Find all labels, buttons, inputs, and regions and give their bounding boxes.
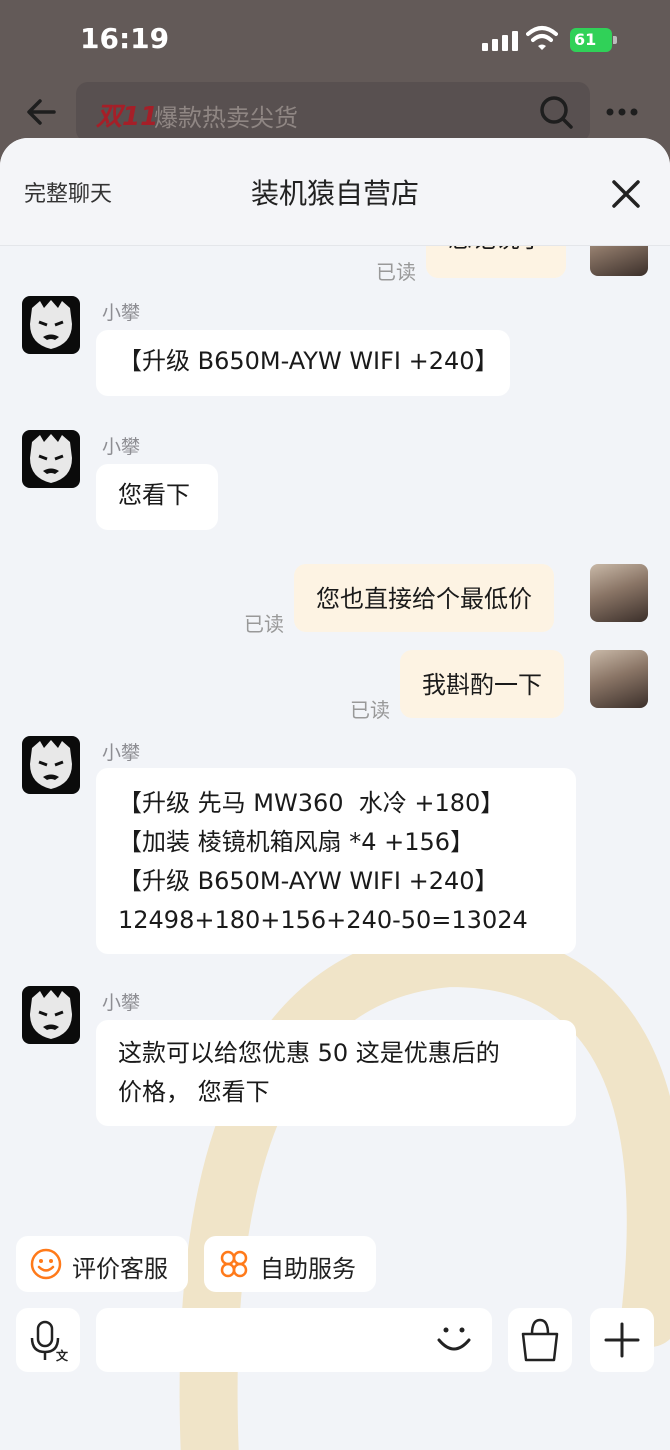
voice-to-text-button[interactable]: 文: [16, 1308, 80, 1372]
message-list: 您记说了 已读 小攀 【升级 B650M-AYW WIFI +240】 小攀 您…: [0, 204, 670, 1246]
chat-header: 完整聊天 装机猿自营店: [0, 138, 670, 246]
rate-service-label: 评价客服: [72, 1255, 168, 1283]
my-avatar[interactable]: [590, 564, 648, 622]
wifi-icon: [526, 26, 558, 50]
search-placeholder: 爆款热卖尖货: [154, 104, 298, 132]
agent-avatar[interactable]: [22, 986, 80, 1044]
background-page: 16:19 61 双11 爆款热卖尖货: [0, 0, 670, 160]
plus-icon: [604, 1322, 640, 1358]
store-title: 装机猿自营店: [250, 177, 419, 210]
read-receipt: 已读: [350, 698, 390, 722]
smile-face-icon: [30, 1248, 62, 1280]
svg-text:文: 文: [56, 1348, 69, 1363]
message-bubble-incoming: 这款可以给您优惠 50 这是优惠后的 价格， 您看下: [96, 1020, 576, 1126]
message-input[interactable]: [96, 1308, 492, 1372]
read-receipt: 已读: [244, 612, 284, 636]
signal-icon: [482, 29, 518, 51]
shopping-bag-icon: [521, 1318, 559, 1362]
agent-avatar[interactable]: [22, 430, 80, 488]
self-service-label: 自助服务: [260, 1255, 356, 1283]
message-bubble-incoming: 【升级 B650M-AYW WIFI +240】: [96, 330, 510, 396]
status-bar: 16:19 61: [0, 0, 670, 80]
microphone-icon: 文: [30, 1320, 69, 1363]
close-icon[interactable]: [606, 174, 646, 214]
battery-icon: 61: [570, 28, 618, 52]
rate-service-button[interactable]: 评价客服: [16, 1236, 188, 1292]
background-search-bar[interactable]: 双11 爆款热卖尖货: [76, 82, 590, 142]
message-bubble-incoming: 您看下: [96, 464, 218, 530]
more-icon[interactable]: [604, 102, 640, 122]
input-bar: 文: [0, 1298, 670, 1378]
agent-avatar[interactable]: [22, 736, 80, 794]
more-options-button[interactable]: [590, 1308, 654, 1372]
back-arrow-icon[interactable]: [24, 94, 60, 130]
self-service-button[interactable]: 自助服务: [204, 1236, 376, 1292]
emoji-icon[interactable]: [434, 1322, 474, 1358]
battery-level: 61: [570, 28, 612, 52]
message-bubble-outgoing: 您也直接给个最低价: [294, 564, 554, 632]
status-time: 16:19: [80, 22, 170, 55]
product-bag-button[interactable]: [508, 1308, 572, 1372]
sender-name: 小攀: [102, 436, 141, 458]
agent-avatar[interactable]: [22, 296, 80, 354]
sender-name: 小攀: [102, 302, 141, 324]
message-bubble-incoming: 【升级 先马 MW360 水冷 +180】 【加装 棱镜机箱风扇 *4 +156…: [96, 768, 576, 954]
search-icon[interactable]: [538, 94, 574, 130]
sender-name: 小攀: [102, 992, 141, 1014]
sender-name: 小攀: [102, 742, 141, 764]
chat-sheet: 完整聊天 装机猿自营店 您记说了 已读 小攀 【升级 B650M-AYW WIF…: [0, 138, 670, 1450]
background-nav-bar: 双11 爆款热卖尖货: [0, 80, 670, 144]
read-receipt: 已读: [376, 260, 416, 284]
double11-logo: 双11: [96, 102, 159, 132]
message-bubble-outgoing: 我斟酌一下: [400, 650, 564, 718]
my-avatar[interactable]: [590, 650, 648, 708]
self-service-icon: [220, 1250, 248, 1278]
